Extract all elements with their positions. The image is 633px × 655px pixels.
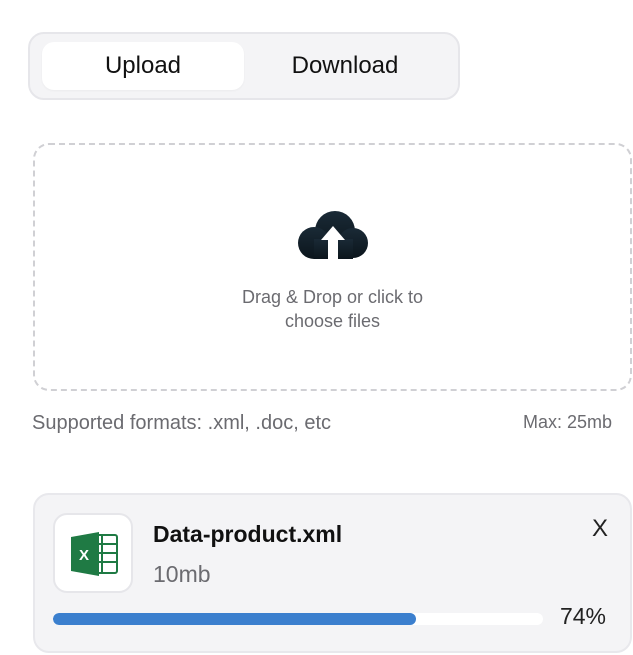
tab-download[interactable]: Download [244, 42, 446, 90]
dropzone-instructions: Drag & Drop or click to choose files [35, 285, 630, 333]
tab-download-label: Download [291, 52, 399, 79]
remove-file-button[interactable]: X [592, 517, 608, 541]
upload-progress-percent: 74% [559, 603, 606, 629]
tab-upload-label: Upload [104, 52, 182, 79]
max-size-text: Max: 25mb [522, 412, 612, 432]
upload-download-tabs: Upload Download [28, 32, 460, 100]
upload-progress-fill [53, 613, 416, 625]
dropzone-line-1: Drag & Drop or click to [241, 287, 424, 307]
dropzone-line-2: choose files [284, 311, 381, 331]
supported-formats-text: Supported formats: .xml, .doc, etc [32, 412, 332, 434]
file-name: Data-product.xml [153, 521, 343, 547]
file-icon-box: X [53, 513, 133, 593]
tab-upload[interactable]: Upload [42, 42, 244, 90]
file-dropzone[interactable]: Drag & Drop or click to choose files [33, 143, 632, 391]
upload-progress-bar [53, 613, 543, 625]
svg-text:X: X [79, 547, 89, 564]
uploading-file-card: X Data-product.xml 10mb X 74% [33, 493, 632, 653]
cloud-upload-icon [298, 211, 368, 263]
excel-icon: X [71, 532, 118, 576]
file-size: 10mb [153, 561, 211, 587]
